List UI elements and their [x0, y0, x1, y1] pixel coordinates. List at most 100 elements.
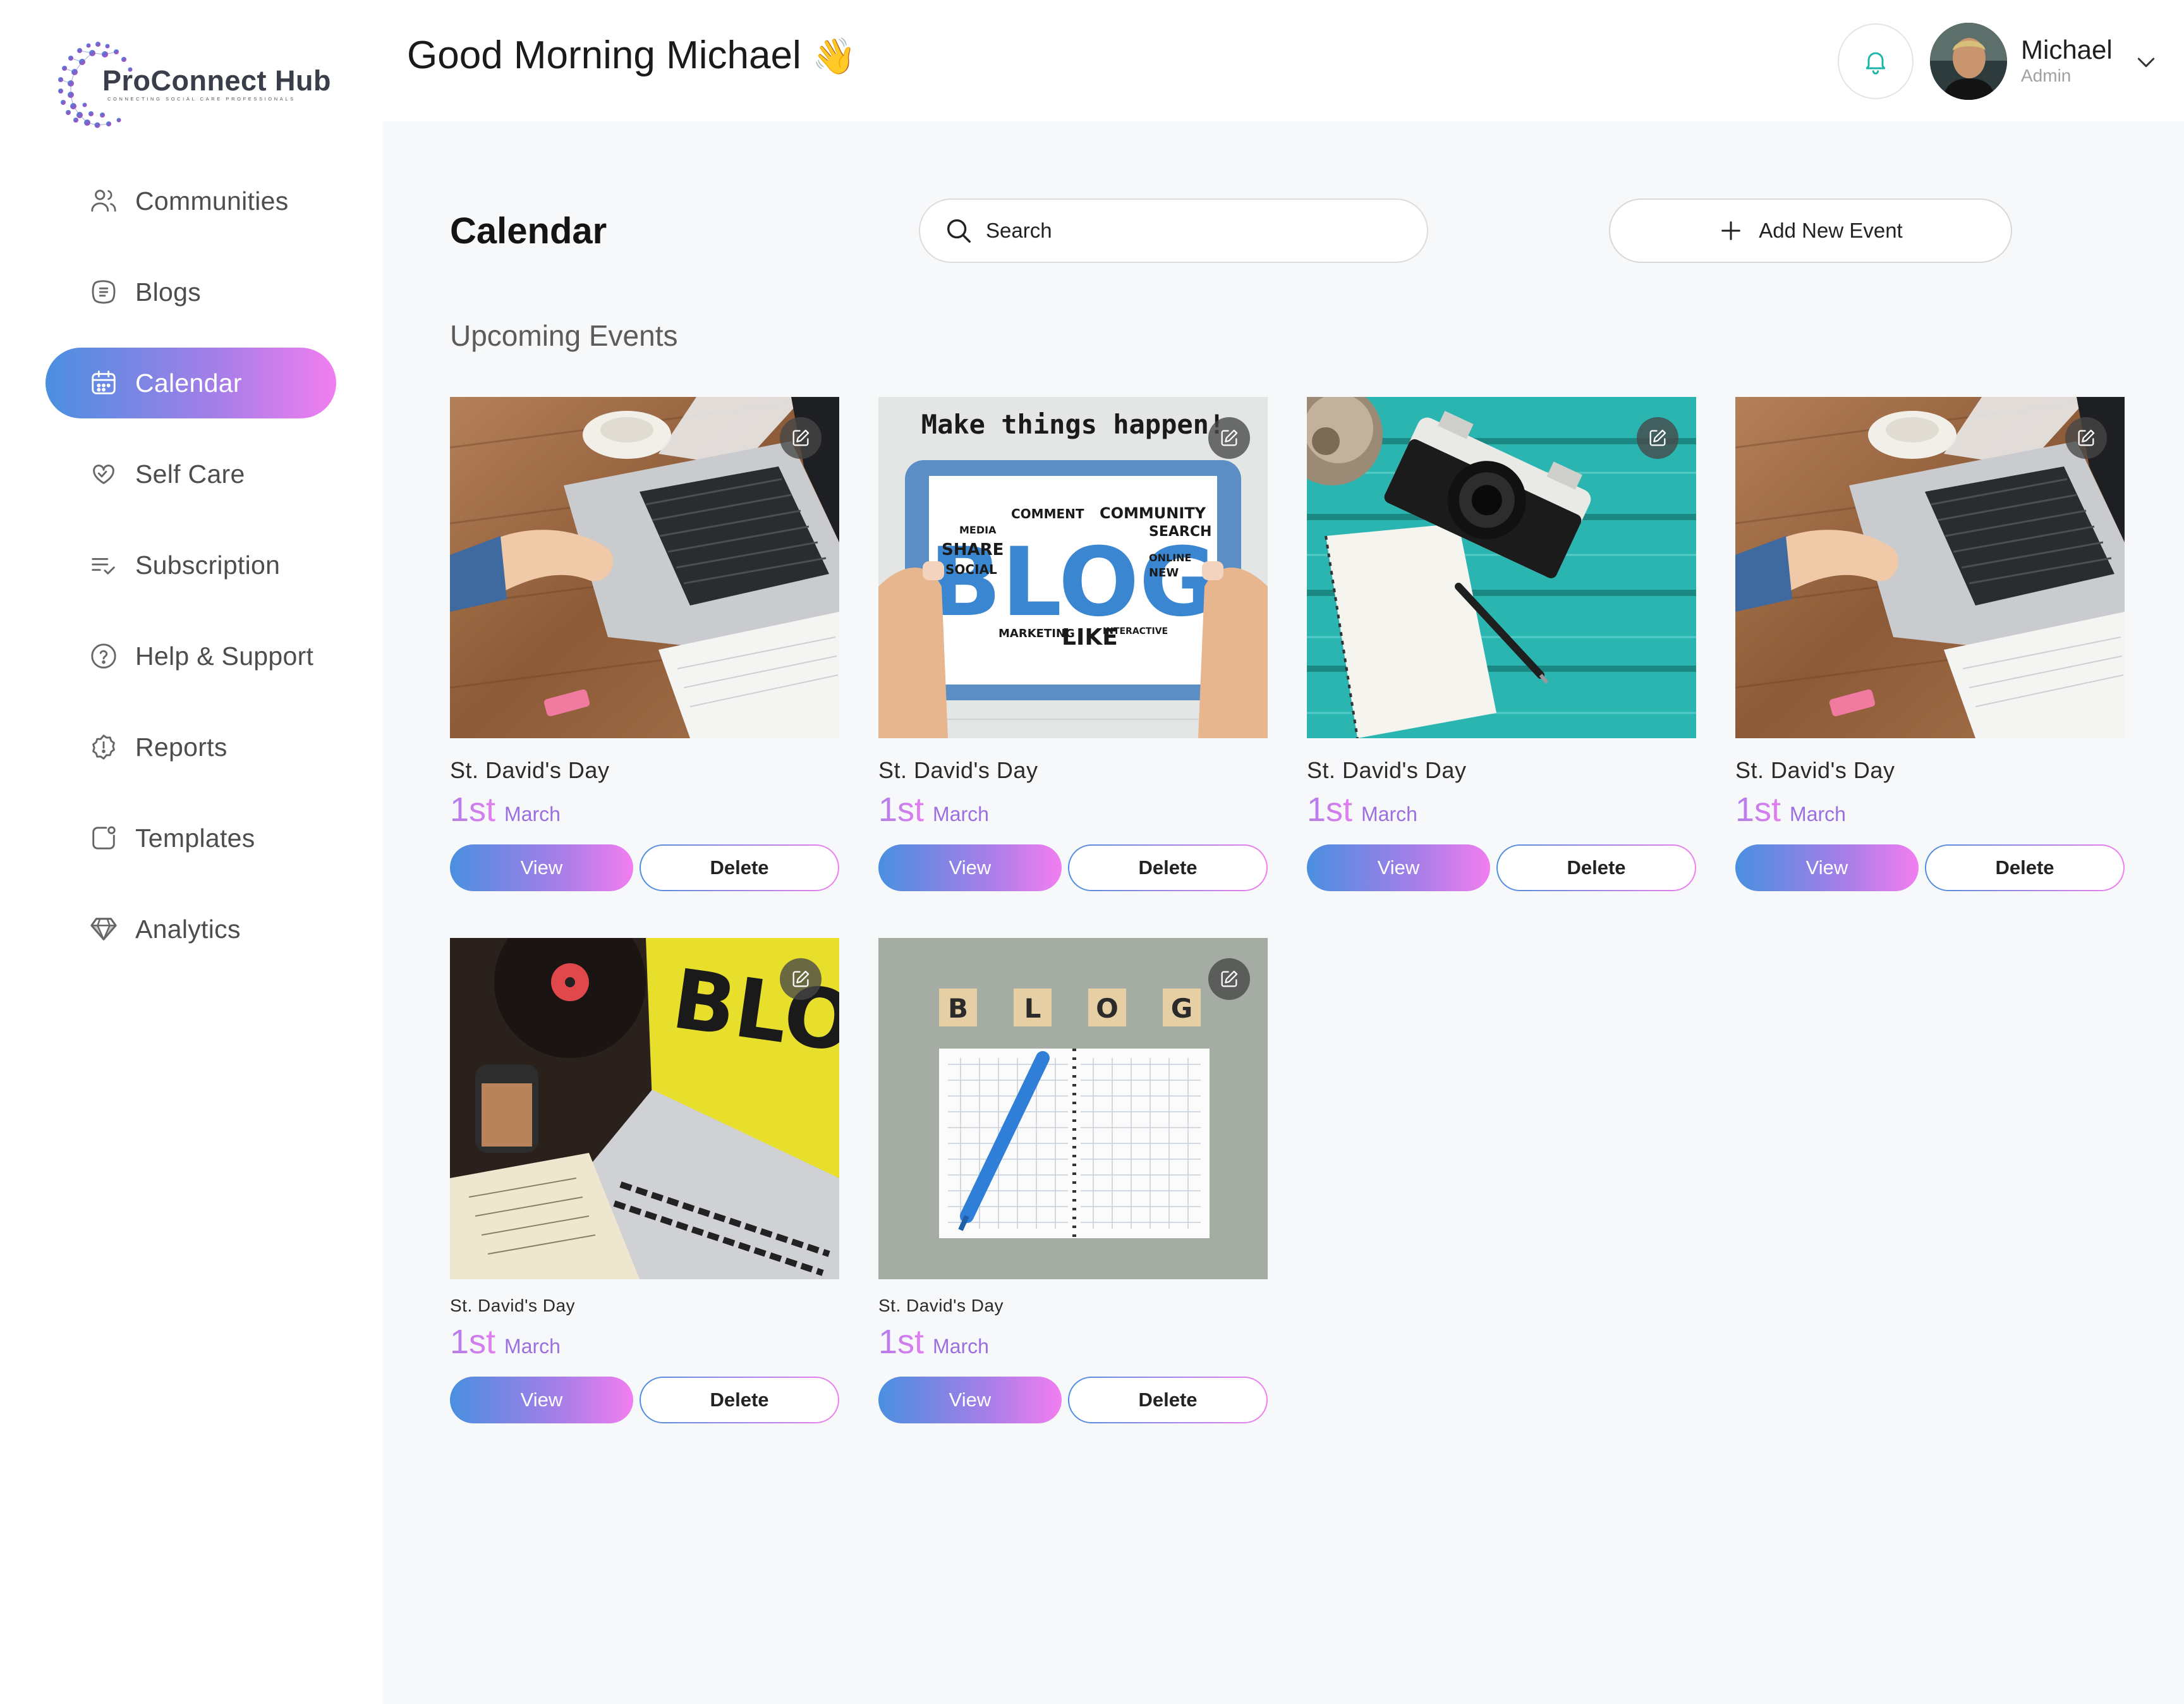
view-button[interactable]: View [878, 844, 1062, 891]
sidebar-item-analytics[interactable]: Analytics [46, 894, 336, 965]
delete-button[interactable]: Delete [1925, 844, 2125, 891]
svg-text:ONLINE: ONLINE [1149, 552, 1191, 564]
event-day: 1st [1735, 791, 1781, 829]
event-day: 1st [450, 791, 496, 829]
delete-button[interactable]: Delete [1068, 1377, 1268, 1423]
blog-letter-tile: O [1096, 993, 1119, 1024]
event-day: 1st [1307, 791, 1353, 829]
svg-text:MEDIA: MEDIA [959, 524, 997, 536]
edit-event-button[interactable] [1208, 958, 1250, 1000]
view-button[interactable]: View [1735, 844, 1919, 891]
sidebar-item-self-care[interactable]: Self Care [46, 439, 336, 509]
edit-event-button[interactable] [1637, 417, 1678, 459]
camera-teal-image [1307, 397, 1696, 738]
svg-text:SHARE: SHARE [942, 540, 1004, 559]
event-card: St. David's Day 1st March View Delete [450, 397, 839, 891]
event-card: St. David's Day 1st March View Delete [1307, 397, 1696, 891]
add-new-event-button[interactable]: Add New Event [1609, 198, 2012, 263]
chevron-down-icon[interactable] [2133, 49, 2159, 75]
event-month: March [504, 803, 561, 825]
notifications-button[interactable] [1838, 23, 1914, 99]
event-title: St. David's Day [878, 757, 1038, 783]
event-image[interactable]: BLO [450, 938, 839, 1279]
event-card: B L O G St. David's Day 1st March View D… [878, 938, 1268, 1423]
brand-tagline: CONNECTING SOCIAL CARE PROFESSIONALS [107, 96, 296, 102]
event-image[interactable]: Make things happen! BLOG COMMENT COMMUNIT… [878, 397, 1268, 738]
list-check-icon [88, 550, 119, 580]
delete-button[interactable]: Delete [640, 1377, 839, 1423]
edit-event-button[interactable] [780, 417, 822, 459]
edit-icon [2078, 429, 2095, 446]
sidebar-item-reports[interactable]: Reports [46, 712, 336, 782]
user-role: Admin [2021, 66, 2072, 85]
laptop-desk-image [1735, 397, 2125, 738]
event-date: 1st March [1307, 790, 1696, 829]
users-icon [88, 186, 119, 216]
event-date: 1st March [450, 1322, 839, 1361]
add-new-event-label: Add New Event [1759, 219, 1903, 242]
sidebar-item-label: Communities [135, 186, 289, 216]
view-button[interactable]: View [450, 844, 633, 891]
edit-event-button[interactable] [780, 958, 822, 1000]
event-month: March [504, 1335, 561, 1358]
plus-icon [1721, 221, 1741, 240]
edit-event-button[interactable] [1208, 417, 1250, 459]
sidebar-item-label: Reports [135, 732, 228, 762]
blog-letter-tile: L [1024, 993, 1041, 1024]
main-content: Calendar Add New Event Upcoming Events [383, 121, 2184, 1704]
svg-text:COMMENT: COMMENT [1011, 506, 1084, 521]
event-card: Make things happen! BLOG COMMENT COMMUNIT… [878, 397, 1268, 891]
sidebar-item-calendar[interactable]: Calendar [46, 348, 336, 418]
blog-notebook-image: B L O G [878, 938, 1268, 1279]
event-day: 1st [878, 791, 925, 829]
calendar-icon [88, 368, 119, 398]
view-button[interactable]: View [878, 1377, 1062, 1423]
event-actions: View Delete [878, 844, 1268, 891]
greeting-heading: Good Morning Michael 👋 [407, 33, 856, 78]
event-image[interactable] [1735, 397, 2125, 738]
event-title: St. David's Day [450, 757, 610, 783]
sidebar-item-label: Templates [135, 823, 255, 853]
bell-icon [1866, 52, 1886, 75]
delete-button[interactable]: Delete [640, 844, 839, 891]
blog-icon [88, 277, 119, 307]
laptop-desk-image [450, 397, 839, 738]
blog-laptop-yellow-image: BLO [450, 938, 839, 1279]
sidebar-item-subscription[interactable]: Subscription [46, 530, 336, 600]
search-input[interactable] [985, 218, 1364, 243]
event-actions: View Delete [450, 844, 839, 891]
delete-button[interactable]: Delete [1068, 844, 1268, 891]
event-image[interactable] [450, 397, 839, 738]
sidebar-item-help-support[interactable]: Help & Support [46, 621, 336, 691]
diamond-icon [88, 914, 119, 944]
page-title: Calendar [450, 210, 607, 252]
sidebar: ProConnect Hub CONNECTING SOCIAL CARE PR… [0, 0, 383, 1704]
blog-letter-tile: B [948, 993, 968, 1024]
view-button[interactable]: View [1307, 844, 1490, 891]
section-title: Upcoming Events [450, 319, 678, 352]
greeting-text: Good Morning Michael [407, 33, 801, 77]
edit-icon [792, 429, 810, 446]
sidebar-item-label: Calendar [135, 368, 242, 398]
sidebar-item-communities[interactable]: Communities [46, 166, 336, 236]
sidebar-item-blogs[interactable]: Blogs [46, 257, 336, 327]
search-icon [947, 219, 971, 243]
waving-hand-icon: 👋 [812, 36, 856, 76]
sidebar-item-templates[interactable]: Templates [46, 803, 336, 873]
event-image[interactable] [1307, 397, 1696, 738]
template-icon [88, 823, 119, 853]
user-name[interactable]: Michael [2021, 35, 2113, 65]
view-button[interactable]: View [450, 1377, 633, 1423]
event-title: St. David's Day [878, 1296, 1004, 1315]
event-image[interactable]: B L O G [878, 938, 1268, 1279]
sidebar-item-label: Analytics [135, 914, 241, 944]
sidebar-item-label: Blogs [135, 277, 202, 307]
event-actions: View Delete [878, 1377, 1268, 1423]
blog-letter-tile: G [1171, 993, 1192, 1024]
user-avatar[interactable] [1930, 23, 2007, 100]
brand-logo[interactable]: ProConnect Hub CONNECTING SOCIAL CARE PR… [52, 39, 336, 134]
edit-event-button[interactable] [2065, 417, 2107, 459]
search-bar[interactable] [919, 198, 1428, 263]
delete-button[interactable]: Delete [1496, 844, 1696, 891]
event-card: BLO St. David's Day 1st March View Delet… [450, 938, 839, 1423]
